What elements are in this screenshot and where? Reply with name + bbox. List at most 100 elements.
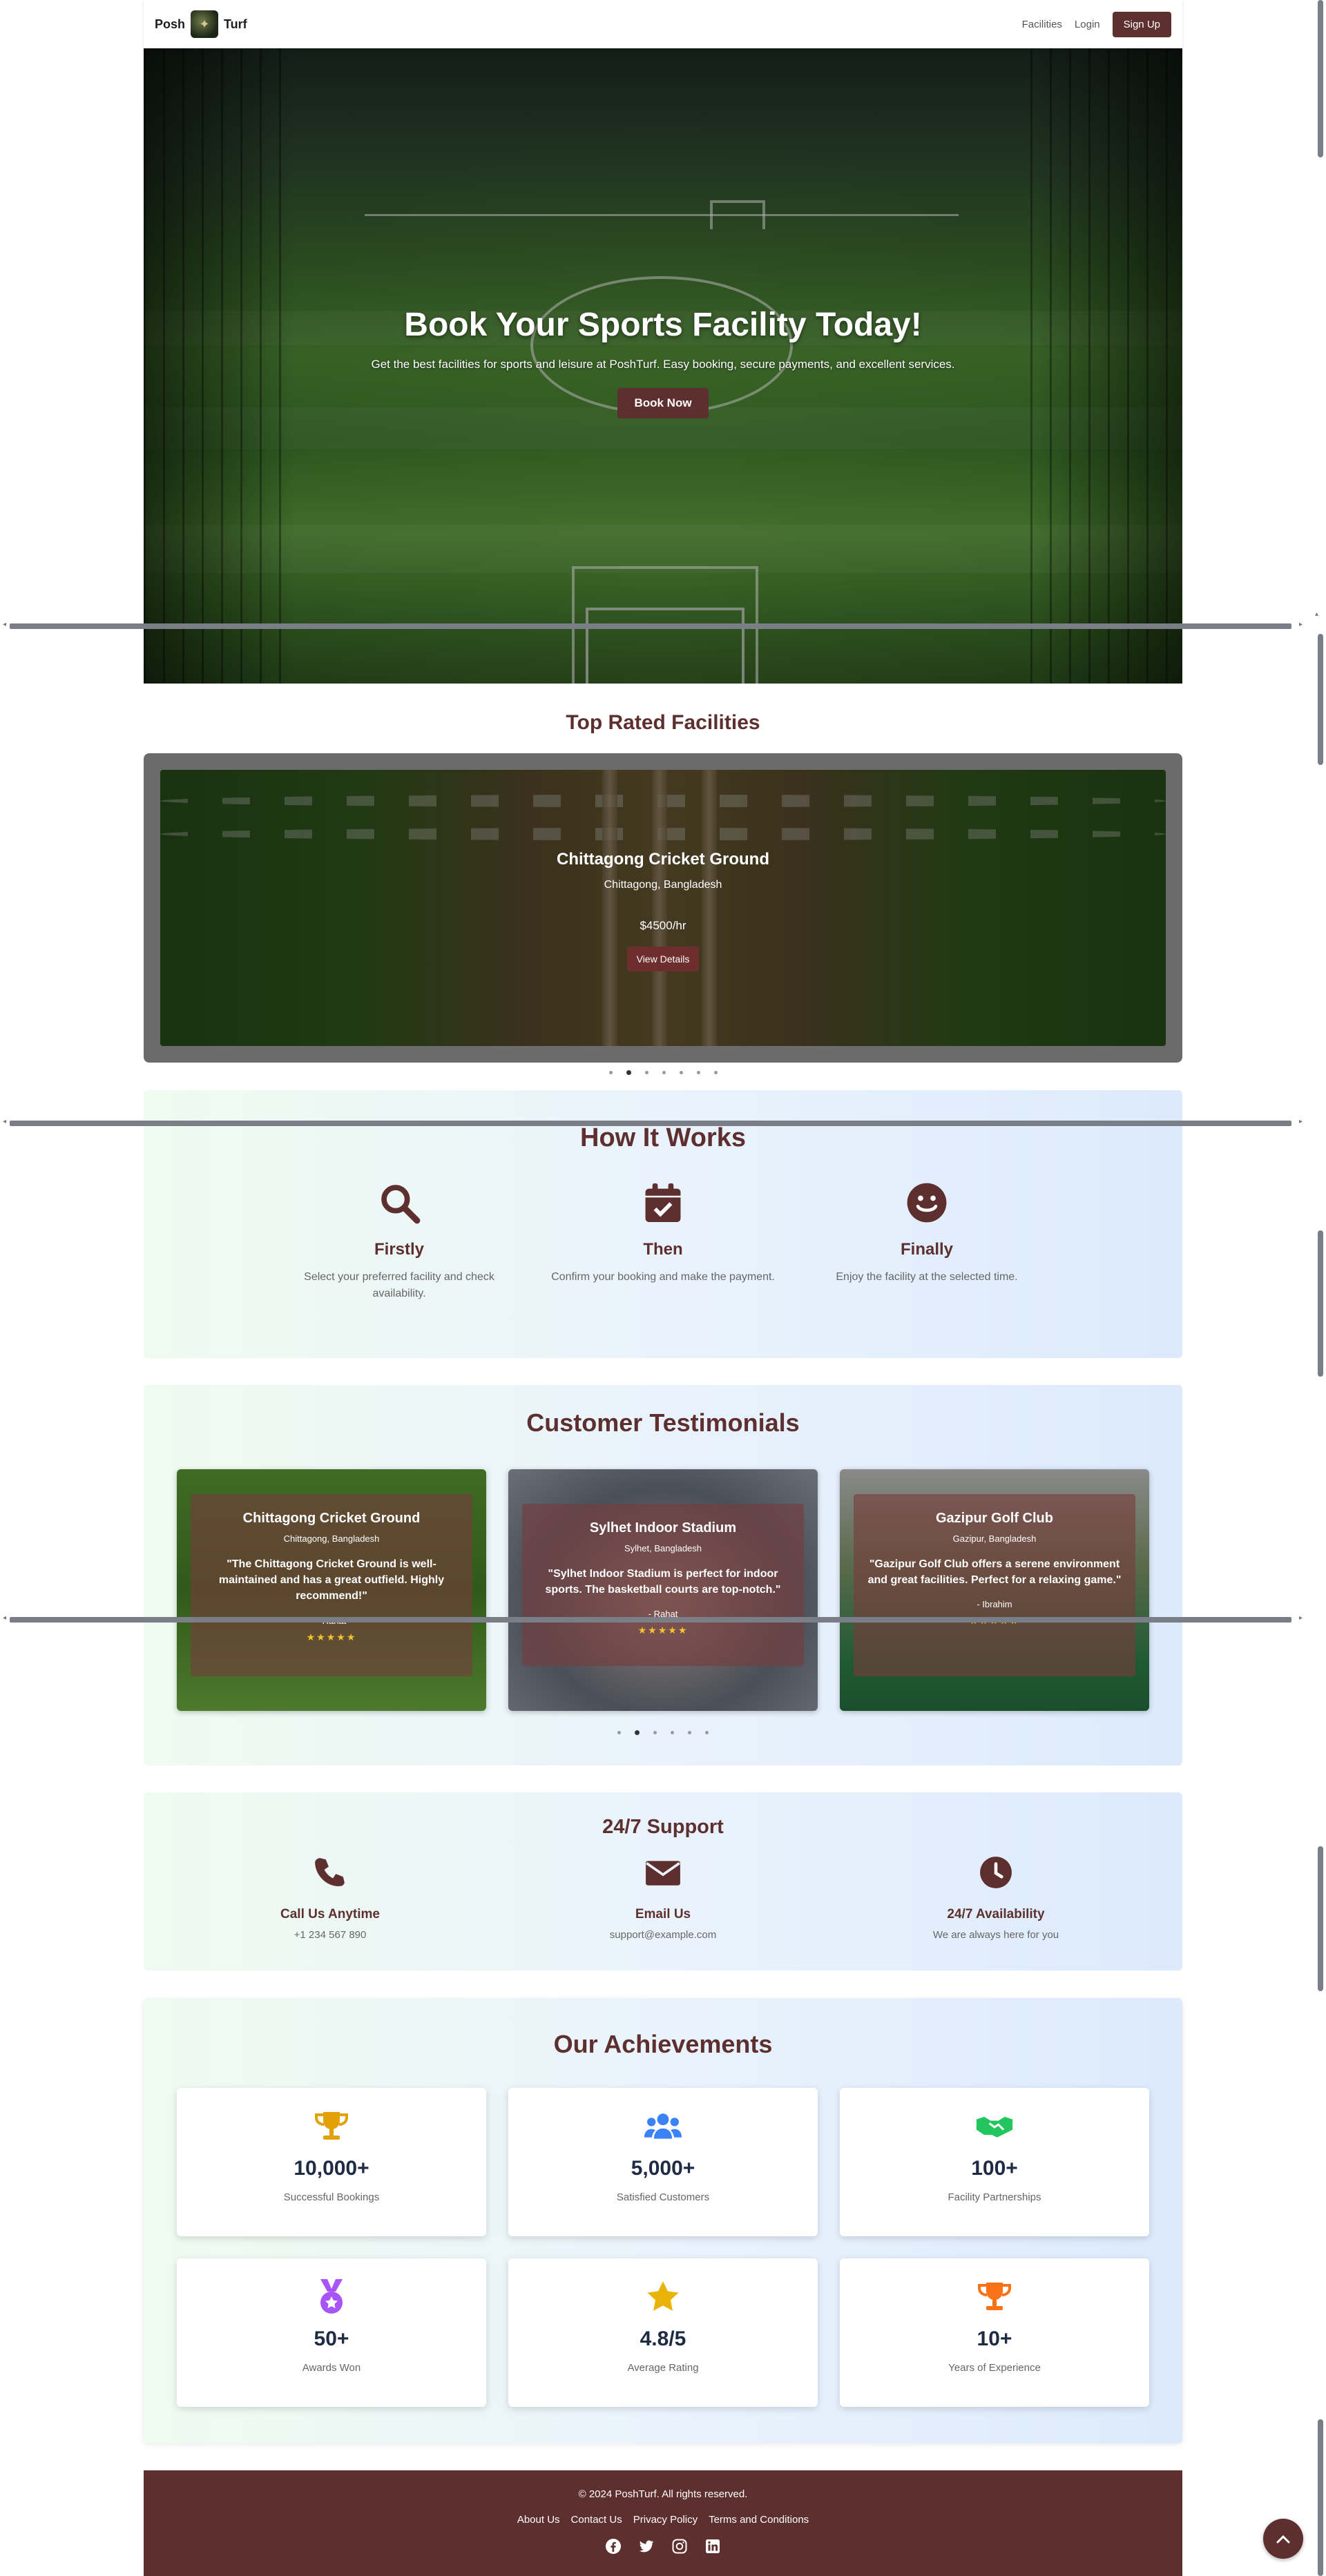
brand-right-text: Turf bbox=[224, 17, 247, 31]
testimonial-card[interactable]: Sylhet Indoor Stadium Sylhet, Bangladesh… bbox=[508, 1469, 818, 1711]
vertical-scrollbar[interactable] bbox=[1318, 1230, 1323, 1377]
scroll-left-icon[interactable]: ◂ bbox=[3, 1118, 6, 1125]
achievement-card: 10+ Years of Experience bbox=[840, 2258, 1149, 2407]
achievement-label: Satisfied Customers bbox=[616, 2191, 710, 2203]
vertical-scrollbar[interactable] bbox=[1318, 1846, 1323, 1991]
achievement-card: 5,000+ Satisfied Customers bbox=[508, 2088, 818, 2236]
testimonial-facility: Chittagong Cricket Ground bbox=[242, 1511, 421, 1526]
twitter-icon[interactable] bbox=[638, 2538, 655, 2558]
testimonial-location: Chittagong, Bangladesh bbox=[283, 1533, 380, 1544]
achievement-card: 50+ Awards Won bbox=[177, 2258, 486, 2407]
carousel-indicator-dot[interactable] bbox=[713, 1070, 718, 1074]
carousel-indicator-dot[interactable] bbox=[705, 1730, 709, 1734]
scroll-up-icon[interactable]: ▴ bbox=[1315, 610, 1318, 618]
support-title: 24/7 Support bbox=[602, 1816, 724, 1838]
nav-link-facilities[interactable]: Facilities bbox=[1022, 19, 1062, 30]
instagram-icon[interactable] bbox=[671, 2538, 688, 2558]
footer-link-contact[interactable]: Contact Us bbox=[571, 2514, 622, 2526]
slide-facility-name: Chittagong Cricket Ground bbox=[557, 850, 769, 869]
carousel-indicator-dot[interactable] bbox=[608, 1070, 613, 1074]
facebook-icon[interactable] bbox=[605, 2538, 622, 2558]
testimonial-card[interactable]: Chittagong Cricket Ground Chittagong, Ba… bbox=[177, 1469, 486, 1711]
carousel-indicator-dot[interactable] bbox=[696, 1070, 700, 1074]
footer-link-terms[interactable]: Terms and Conditions bbox=[709, 2514, 809, 2526]
hero-title: Book Your Sports Facility Today! bbox=[404, 307, 922, 343]
scroll-right-icon[interactable]: ▸ bbox=[1299, 1118, 1303, 1125]
achievement-label: Successful Bookings bbox=[283, 2191, 380, 2203]
brand-logo[interactable]: Posh ✦ Turf bbox=[155, 10, 247, 38]
carousel-indicator-dot[interactable] bbox=[653, 1730, 657, 1734]
carousel-indicator-dot[interactable] bbox=[671, 1730, 674, 1734]
rating-stars: ★★★★★ bbox=[306, 1631, 357, 1643]
search-icon bbox=[282, 1181, 517, 1225]
step-desc: Confirm your booking and make the paymen… bbox=[551, 1271, 775, 1283]
medal-icon bbox=[177, 2279, 486, 2314]
scroll-right-icon[interactable]: ▸ bbox=[1299, 621, 1303, 628]
carousel-indicator-dot[interactable] bbox=[617, 1730, 621, 1734]
back-to-top-button[interactable] bbox=[1263, 2519, 1303, 2559]
carousel-indicator-dot[interactable] bbox=[626, 1069, 631, 1075]
carousel-indicator-dot[interactable] bbox=[644, 1070, 648, 1074]
trophy-icon bbox=[840, 2279, 1149, 2314]
handshake-icon bbox=[840, 2109, 1149, 2143]
facility-carousel[interactable]: Chittagong Cricket Ground Chittagong, Ba… bbox=[144, 753, 1182, 1063]
vertical-scrollbar[interactable] bbox=[1318, 634, 1323, 765]
testimonial-card[interactable]: Gazipur Golf Club Gazipur, Bangladesh "G… bbox=[840, 1469, 1149, 1711]
how-it-works-section: How It Works Firstly Select your preferr… bbox=[144, 1090, 1182, 1358]
carousel-indicators bbox=[144, 1069, 1182, 1076]
carousel-indicator-dot[interactable] bbox=[679, 1070, 683, 1074]
horizontal-scrollbar[interactable] bbox=[10, 623, 1291, 629]
linkedin-icon[interactable] bbox=[704, 2538, 721, 2558]
support-item-title: Email Us bbox=[635, 1907, 691, 1921]
testimonial-location: Gazipur, Bangladesh bbox=[952, 1533, 1037, 1544]
testimonials-section: Customer Testimonials Chittagong Cricket… bbox=[144, 1385, 1182, 1765]
testimonial-location: Sylhet, Bangladesh bbox=[624, 1543, 702, 1553]
clock-icon bbox=[878, 1855, 1113, 1893]
achievement-value: 100+ bbox=[971, 2157, 1018, 2180]
step-desc: Enjoy the facility at the selected time. bbox=[836, 1271, 1018, 1283]
support-item-title: 24/7 Availability bbox=[947, 1907, 1045, 1921]
support-item-title: Call Us Anytime bbox=[280, 1907, 380, 1921]
support-availability: 24/7 Availability We are always here for… bbox=[878, 1855, 1113, 1941]
achievement-card: 100+ Facility Partnerships bbox=[840, 2088, 1149, 2236]
testimonial-author: - Ibrahim bbox=[977, 1599, 1012, 1610]
carousel-indicator-dot[interactable] bbox=[635, 1730, 640, 1735]
step-firstly: Firstly Select your preferred facility a… bbox=[282, 1181, 517, 1302]
achievements-section: Our Achievements 10,000+ Successful Book… bbox=[144, 1998, 1182, 2443]
chevron-up-icon bbox=[1276, 2530, 1290, 2548]
envelope-icon bbox=[546, 1855, 780, 1893]
footer-link-privacy[interactable]: Privacy Policy bbox=[633, 2514, 698, 2526]
horizontal-scrollbar[interactable] bbox=[10, 1617, 1291, 1623]
carousel-indicator-dot[interactable] bbox=[662, 1070, 666, 1074]
scroll-right-icon[interactable]: ▸ bbox=[1299, 1614, 1303, 1622]
footer-link-about[interactable]: About Us bbox=[517, 2514, 560, 2526]
achievement-value: 10,000+ bbox=[294, 2157, 369, 2180]
scroll-left-icon[interactable]: ◂ bbox=[3, 1614, 6, 1622]
vertical-scrollbar[interactable] bbox=[1318, 0, 1323, 157]
smile-icon bbox=[809, 1181, 1044, 1225]
testimonial-quote: "Gazipur Golf Club offers a serene envir… bbox=[867, 1558, 1122, 1587]
support-call: Call Us Anytime +1 234 567 890 bbox=[213, 1855, 448, 1941]
support-email-address[interactable]: support@example.com bbox=[546, 1929, 780, 1941]
achievement-value: 4.8/5 bbox=[640, 2327, 686, 2350]
horizontal-scrollbar[interactable] bbox=[10, 1121, 1291, 1126]
achievement-label: Average Rating bbox=[627, 2362, 699, 2374]
nav-link-login[interactable]: Login bbox=[1075, 19, 1100, 30]
signup-button[interactable]: Sign Up bbox=[1112, 11, 1171, 37]
hero-section: Book Your Sports Facility Today! Get the… bbox=[144, 48, 1182, 684]
support-item-sub: We are always here for you bbox=[932, 1929, 1059, 1941]
testimonials-title: Customer Testimonials bbox=[526, 1408, 800, 1437]
view-details-button[interactable]: View Details bbox=[626, 947, 700, 971]
achievement-card: 10,000+ Successful Bookings bbox=[177, 2088, 486, 2236]
support-phone[interactable]: +1 234 567 890 bbox=[213, 1929, 448, 1941]
book-now-button[interactable]: Book Now bbox=[617, 388, 709, 418]
testimonial-facility: Gazipur Golf Club bbox=[936, 1511, 1053, 1526]
hero-subtitle: Get the best facilities for sports and l… bbox=[371, 358, 955, 371]
carousel-indicator-dot[interactable] bbox=[688, 1730, 691, 1734]
vertical-scrollbar[interactable] bbox=[1318, 2419, 1323, 2576]
carousel-slide-image: Chittagong Cricket Ground Chittagong, Ba… bbox=[160, 770, 1166, 1046]
step-title: Then bbox=[643, 1240, 683, 1259]
footer-copyright: © 2024 PoshTurf. All rights reserved. bbox=[578, 2488, 748, 2500]
scroll-left-icon[interactable]: ◂ bbox=[3, 621, 6, 628]
trophy-icon bbox=[177, 2109, 486, 2143]
